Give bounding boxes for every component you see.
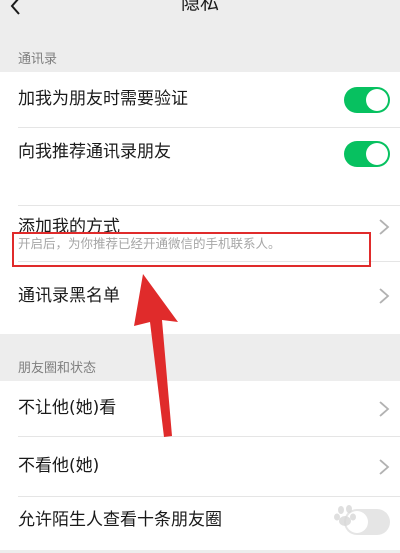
stranger-view-toggle[interactable]	[344, 509, 390, 535]
section-label-contacts: 通讯录	[18, 52, 58, 67]
setting-label: 不看他(她)	[18, 456, 100, 476]
setting-label: 添加我的方式	[18, 217, 120, 237]
contacts-settings-group: 加我为朋友时需要验证 向我推荐通讯录朋友 开启后，为你推荐已经开通微信的手机联系…	[0, 72, 400, 334]
setting-label: 向我推荐通讯录朋友	[18, 142, 171, 162]
setting-label: 允许陌生人查看十条朋友圈	[18, 510, 222, 530]
chevron-right-icon	[379, 219, 390, 235]
chevron-right-icon	[379, 401, 390, 417]
setting-row-add-me-methods[interactable]: 添加我的方式	[0, 206, 400, 262]
navigation-bar: 隐私	[0, 0, 400, 22]
setting-row-recommend-contacts: 向我推荐通讯录朋友 开启后，为你推荐已经开通微信的手机联系人。	[0, 128, 400, 251]
chevron-right-icon	[379, 288, 390, 304]
setting-row-hide-their-posts[interactable]: 不看他(她)	[0, 437, 400, 497]
setting-label: 不让他(她)看	[18, 398, 117, 418]
toggle-knob	[346, 511, 368, 533]
verify-friend-toggle[interactable]	[344, 87, 390, 113]
setting-label: 加我为朋友时需要验证	[18, 89, 188, 109]
section-label-moments: 朋友圈和状态	[18, 361, 97, 376]
setting-row-blacklist[interactable]: 通讯录黑名单	[0, 262, 400, 334]
setting-row-hide-my-posts[interactable]: 不让他(她)看	[0, 381, 400, 437]
setting-row-verify-friend: 加我为朋友时需要验证	[0, 72, 400, 128]
toggle-knob	[366, 89, 388, 111]
toggle-knob	[366, 143, 388, 165]
setting-row-stranger-view: 允许陌生人查看十条朋友圈	[0, 497, 400, 553]
setting-label: 通讯录黑名单	[18, 286, 120, 306]
page-title: 隐私	[180, 0, 219, 14]
chevron-right-icon	[379, 459, 390, 475]
moments-settings-group: 不让他(她)看 不看他(她) 允许陌生人查看十条朋友圈	[0, 381, 400, 550]
recommend-contacts-toggle[interactable]	[344, 141, 390, 167]
